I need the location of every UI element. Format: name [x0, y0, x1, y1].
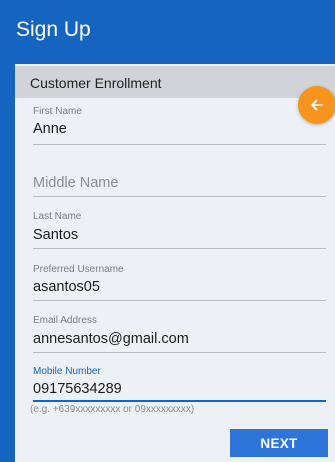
mobile-number-hint: (e.g. +639xxxxxxxxx or 09xxxxxxxxx) [30, 404, 195, 415]
username-label: Preferred Username [33, 264, 124, 275]
middle-name-placeholder: Middle Name [33, 175, 119, 191]
card-header: Customer Enrollment [15, 66, 335, 98]
last-name-label: Last Name [33, 211, 82, 222]
last-name-field[interactable]: Last Name Santos [33, 209, 326, 249]
page-title: Sign Up [16, 18, 91, 41]
email-field[interactable]: Email Address annesantos@gmail.com [33, 313, 326, 353]
mobile-number-field[interactable]: Mobile Number 09175634289 [33, 364, 326, 402]
card-header-title: Customer Enrollment [30, 75, 162, 91]
middle-name-field[interactable]: Middle Name [33, 172, 326, 197]
mobile-number-value: 09175634289 [33, 381, 122, 397]
mobile-number-label: Mobile Number [33, 366, 101, 377]
first-name-field[interactable]: First Name Anne [33, 104, 326, 145]
email-value: annesantos@gmail.com [33, 331, 189, 347]
last-name-value: Santos [33, 227, 79, 243]
first-name-value: Anne [33, 121, 67, 137]
username-field[interactable]: Preferred Username asantos05 [33, 262, 326, 301]
email-label: Email Address [33, 315, 97, 326]
first-name-label: First Name [33, 106, 82, 117]
username-value: asantos05 [33, 279, 100, 295]
next-button[interactable]: NEXT [230, 429, 328, 457]
app-bar: Sign Up [0, 0, 335, 60]
